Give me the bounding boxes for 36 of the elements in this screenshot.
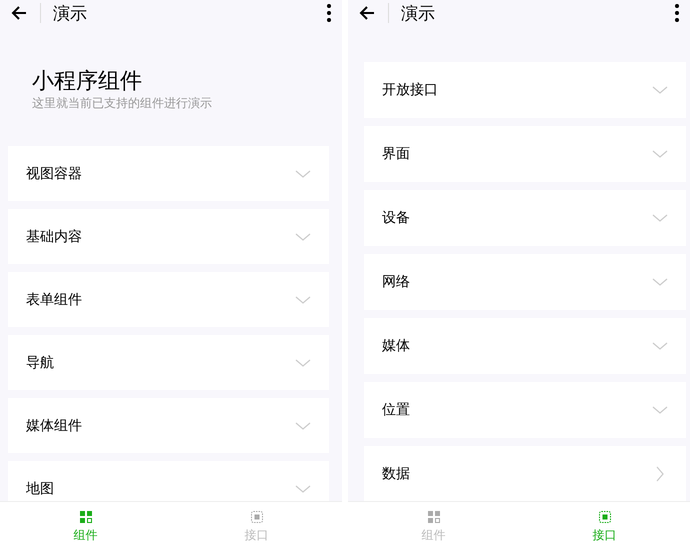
list-item[interactable]: 导航 — [8, 335, 329, 390]
list-item[interactable]: 视图容器 — [8, 146, 329, 201]
list-item[interactable]: 网络 — [364, 254, 686, 310]
item-label: 界面 — [382, 145, 410, 163]
chip-icon[interactable] — [598, 510, 610, 522]
list-item[interactable]: 媒体组件 — [8, 398, 329, 453]
item-label: 表单组件 — [26, 290, 82, 308]
item-label: 位置 — [382, 401, 410, 419]
list-item[interactable]: 数据 — [364, 446, 686, 501]
list-item[interactable]: 基础内容 — [8, 209, 329, 264]
item-label: 基础内容 — [26, 228, 82, 246]
more-icon[interactable] — [326, 3, 332, 23]
item-label: 数据 — [382, 465, 410, 483]
item-label: 视图容器 — [26, 164, 82, 182]
grid-icon[interactable] — [80, 510, 92, 522]
item-label: 设备 — [382, 209, 410, 227]
back-icon[interactable] — [10, 4, 28, 22]
list-item[interactable]: 开放接口 — [364, 62, 686, 118]
item-label: 地图 — [26, 480, 54, 498]
list-item[interactable]: 界面 — [364, 126, 686, 182]
hero-subtitle: 这里就当前已支持的组件进行演示 — [32, 96, 213, 110]
list-item[interactable]: 媒体 — [364, 318, 686, 374]
item-label: 媒体组件 — [26, 416, 82, 434]
back-icon[interactable] — [358, 4, 376, 22]
list-item[interactable]: 表单组件 — [8, 272, 329, 327]
page-title: 演示 — [53, 2, 88, 24]
more-icon[interactable] — [674, 3, 680, 23]
item-label: 媒体 — [382, 337, 410, 355]
list-item[interactable]: 位置 — [364, 382, 686, 438]
page-title: 演示 — [401, 2, 436, 24]
list-item[interactable]: 设备 — [364, 190, 686, 246]
item-label: 导航 — [26, 354, 54, 372]
hero-title: 小程序组件 — [32, 68, 143, 96]
list-item[interactable]: 地图 — [8, 461, 329, 501]
item-label: 开放接口 — [382, 81, 438, 99]
item-label: 网络 — [382, 273, 410, 291]
